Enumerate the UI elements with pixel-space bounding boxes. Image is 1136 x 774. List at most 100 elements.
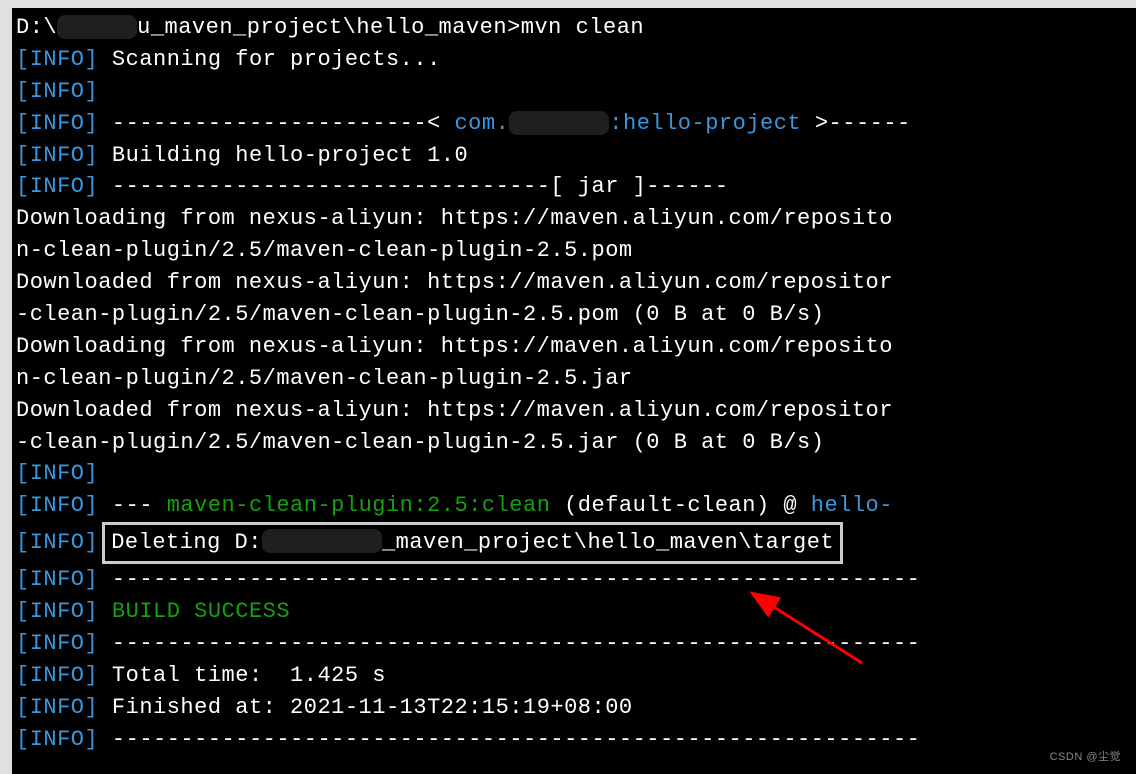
info-bracket-open: [: [16, 695, 30, 720]
info-label: INFO: [30, 111, 85, 136]
info-bracket-open: [: [16, 530, 30, 555]
info-bracket-open: [: [16, 599, 30, 624]
info-label: INFO: [30, 631, 85, 656]
dash-right: >------: [801, 111, 911, 136]
total-time: Total time: 1.425 s: [98, 663, 386, 688]
plugin-default: (default-clean) @: [550, 493, 810, 518]
terminal-line: [INFO] --------------------------------[…: [16, 171, 1136, 203]
info-bracket-open: [: [16, 493, 30, 518]
redacted-smudge: [262, 529, 382, 553]
terminal-line: n-clean-plugin/2.5/maven-clean-plugin-2.…: [16, 235, 1136, 267]
info-bracket-open: [: [16, 663, 30, 688]
info-label: INFO: [30, 174, 85, 199]
info-label: INFO: [30, 663, 85, 688]
terminal-line: [INFO] ---------------------------------…: [16, 564, 1136, 596]
dashes: ----------------------------------------…: [98, 727, 920, 752]
dashes: ----------------------------------------…: [98, 631, 920, 656]
info-label: INFO: [30, 143, 85, 168]
info-bracket-close: ]: [85, 631, 99, 656]
plugin-project: hello-: [811, 493, 893, 518]
info-bracket-open: [: [16, 111, 30, 136]
info-bracket-close: ]: [85, 111, 99, 136]
info-bracket-close: ]: [85, 174, 99, 199]
info-bracket-open: [: [16, 631, 30, 656]
download-text: Downloaded from nexus-aliyun: https://ma…: [16, 398, 893, 423]
info-label: INFO: [30, 493, 85, 518]
build-success: BUILD SUCCESS: [98, 599, 290, 624]
deleting-suffix: _maven_project\hello_maven\target: [382, 530, 834, 555]
plugin-dash: ---: [98, 493, 167, 518]
terminal-line: [INFO] --- maven-clean-plugin:2.5:clean …: [16, 490, 1136, 522]
prompt-path-suffix: u_maven_project\hello_maven>: [137, 15, 521, 40]
terminal-line: [INFO] Building hello-project 1.0: [16, 140, 1136, 172]
info-bracket-close: ]: [85, 143, 99, 168]
project-artifact: :hello-project: [609, 111, 801, 136]
info-bracket-open: [: [16, 143, 30, 168]
download-text: Downloading from nexus-aliyun: https://m…: [16, 334, 893, 359]
info-bracket-close: ]: [85, 530, 99, 555]
finished-at: Finished at: 2021-11-13T22:15:19+08:00: [98, 695, 632, 720]
terminal-line: [INFO] Scanning for projects...: [16, 44, 1136, 76]
info-label: INFO: [30, 79, 85, 104]
info-bracket-close: ]: [85, 493, 99, 518]
terminal-line: Downloaded from nexus-aliyun: https://ma…: [16, 395, 1136, 427]
building-text: Building hello-project 1.0: [98, 143, 468, 168]
info-label: INFO: [30, 530, 85, 555]
terminal-line: [INFO]: [16, 458, 1136, 490]
terminal-line: D:\ u_maven_project\hello_maven>mvn clean: [16, 12, 1136, 44]
info-label: INFO: [30, 695, 85, 720]
dash-left: -----------------------<: [98, 111, 454, 136]
redacted-smudge: [509, 111, 609, 135]
terminal-line: [INFO] ---------------------------------…: [16, 724, 1136, 756]
terminal-line: [INFO] Finished at: 2021-11-13T22:15:19+…: [16, 692, 1136, 724]
command-text: mvn clean: [521, 15, 644, 40]
info-bracket-open: [: [16, 47, 30, 72]
info-bracket-close: ]: [85, 663, 99, 688]
download-text: Downloading from nexus-aliyun: https://m…: [16, 206, 893, 231]
download-text: n-clean-plugin/2.5/maven-clean-plugin-2.…: [16, 238, 633, 263]
prompt-path-prefix: D:\: [16, 15, 57, 40]
deleting-prefix: Deleting D:: [111, 530, 262, 555]
scanning-text: Scanning for projects...: [98, 47, 441, 72]
info-label: INFO: [30, 599, 85, 624]
info-label: INFO: [30, 567, 85, 592]
download-text: Downloaded from nexus-aliyun: https://ma…: [16, 270, 893, 295]
terminal-line: [INFO] Deleting D: _maven_project\hello_ma…: [16, 522, 1136, 564]
dashes: ----------------------------------------…: [98, 567, 920, 592]
project-group-prefix: com.: [454, 111, 509, 136]
info-bracket-close: ]: [85, 47, 99, 72]
info-bracket-close: ]: [85, 599, 99, 624]
info-bracket-close: ]: [85, 567, 99, 592]
download-text: n-clean-plugin/2.5/maven-clean-plugin-2.…: [16, 366, 633, 391]
info-bracket-open: [: [16, 727, 30, 752]
info-bracket-close: ]: [85, 79, 99, 104]
terminal-line: Downloading from nexus-aliyun: https://m…: [16, 203, 1136, 235]
terminal-line: [INFO] -----------------------< com. :hel…: [16, 108, 1136, 140]
highlight-box: Deleting D: _maven_project\hello_maven\ta…: [102, 522, 843, 564]
terminal-line: n-clean-plugin/2.5/maven-clean-plugin-2.…: [16, 363, 1136, 395]
info-label: INFO: [30, 47, 85, 72]
terminal-line: [INFO] Total time: 1.425 s: [16, 660, 1136, 692]
info-bracket-open: [: [16, 79, 30, 104]
terminal-line: Downloading from nexus-aliyun: https://m…: [16, 331, 1136, 363]
redacted-smudge: [57, 15, 137, 39]
info-bracket-open: [: [16, 461, 30, 486]
terminal-line: [INFO] BUILD SUCCESS: [16, 596, 1136, 628]
info-bracket-close: ]: [85, 461, 99, 486]
plugin-name: maven-clean-plugin:2.5:clean: [167, 493, 551, 518]
terminal-line: Downloaded from nexus-aliyun: https://ma…: [16, 267, 1136, 299]
info-bracket-close: ]: [85, 695, 99, 720]
info-bracket-open: [: [16, 567, 30, 592]
download-text: -clean-plugin/2.5/maven-clean-plugin-2.5…: [16, 302, 824, 327]
terminal-line: [INFO]: [16, 76, 1136, 108]
terminal-line: -clean-plugin/2.5/maven-clean-plugin-2.5…: [16, 299, 1136, 331]
info-bracket-open: [: [16, 174, 30, 199]
jar-line: --------------------------------[ jar ]-…: [98, 174, 728, 199]
terminal-line: -clean-plugin/2.5/maven-clean-plugin-2.5…: [16, 427, 1136, 459]
terminal-line: [INFO] ---------------------------------…: [16, 628, 1136, 660]
watermark: CSDN @尘觉: [1050, 750, 1121, 766]
download-text: -clean-plugin/2.5/maven-clean-plugin-2.5…: [16, 430, 824, 455]
info-label: INFO: [30, 461, 85, 486]
info-bracket-close: ]: [85, 727, 99, 752]
info-label: INFO: [30, 727, 85, 752]
